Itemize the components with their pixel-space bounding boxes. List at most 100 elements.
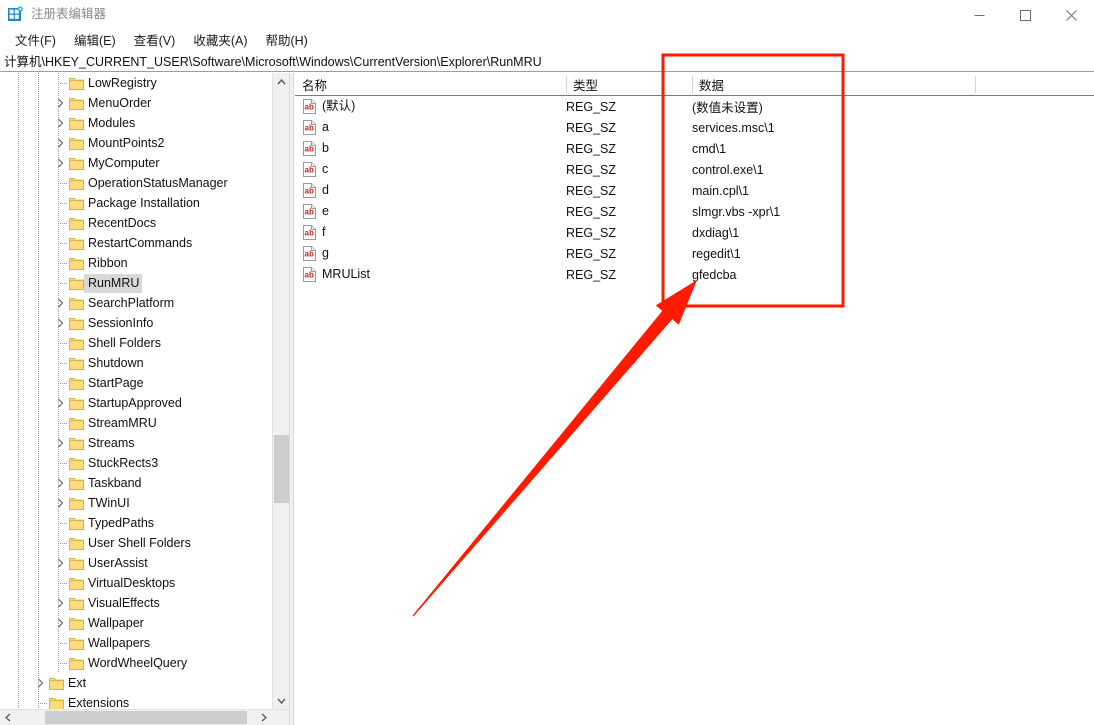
tree-item-twinui[interactable]: TWinUI	[0, 493, 271, 513]
tree-item-modules[interactable]: Modules	[0, 113, 271, 133]
registry-path: 计算机\HKEY_CURRENT_USER\Software\Microsoft…	[4, 54, 542, 69]
value-name-cell: ab d	[295, 180, 329, 201]
tree-item-userassist[interactable]: UserAssist	[0, 553, 271, 573]
registry-values-list[interactable]: ab (默认) REG_SZ (数值未设置) ab a REG_SZ services.msc…	[295, 96, 1094, 285]
maximize-button[interactable]	[1002, 0, 1048, 30]
tree-item-ribbon[interactable]: Ribbon	[0, 253, 271, 273]
tree-item-streammru[interactable]: StreamMRU	[0, 413, 271, 433]
menu-bar: 文件(F) 编辑(E) 查看(V) 收藏夹(A) 帮助(H)	[0, 30, 1094, 52]
minimize-button[interactable]	[956, 0, 1002, 30]
chevron-right-icon[interactable]	[52, 553, 68, 573]
column-type[interactable]: 类型	[566, 73, 692, 95]
title-bar: 注册表编辑器	[0, 0, 1094, 30]
tree-item-operationstatusmanager[interactable]: OperationStatusManager	[0, 173, 271, 193]
chevron-up-icon[interactable]	[273, 73, 290, 90]
chevron-right-icon[interactable]	[52, 153, 68, 173]
chevron-right-icon[interactable]	[52, 393, 68, 413]
tree-item-extensions[interactable]: Extensions	[0, 693, 271, 709]
tree-item-taskband[interactable]: Taskband	[0, 473, 271, 493]
value-name-cell: ab a	[295, 117, 329, 138]
chevron-right-icon[interactable]	[52, 433, 68, 453]
column-name[interactable]: 名称	[295, 73, 566, 95]
tree-item-searchplatform[interactable]: SearchPlatform	[0, 293, 271, 313]
pane-splitter[interactable]	[289, 73, 294, 725]
tree-item-label: StartPage	[88, 375, 144, 390]
folder-icon	[68, 433, 84, 453]
tree-item-label: VirtualDesktops	[88, 575, 176, 590]
address-bar[interactable]: 计算机\HKEY_CURRENT_USER\Software\Microsoft…	[0, 52, 1094, 72]
tree-item-wallpaper[interactable]: Wallpaper	[0, 613, 271, 633]
table-row[interactable]: ab d REG_SZ main.cpl\1	[295, 180, 1094, 201]
tree-item-lowregistry[interactable]: LowRegistry	[0, 73, 271, 93]
chevron-right-icon[interactable]	[32, 673, 48, 693]
svg-text:ab: ab	[305, 228, 314, 237]
tree-item-user-shell-folders[interactable]: User Shell Folders	[0, 533, 271, 553]
tree-item-runmru[interactable]: RunMRU	[0, 273, 271, 293]
value-type: REG_SZ	[566, 99, 617, 114]
tree-horizontal-scrollbar[interactable]	[0, 709, 289, 725]
tree-item-shell-folders[interactable]: Shell Folders	[0, 333, 271, 353]
menu-view[interactable]: 查看(V)	[125, 31, 185, 51]
tree-vertical-scrollbar[interactable]	[272, 73, 289, 709]
table-row[interactable]: ab g REG_SZ regedit\1	[295, 243, 1094, 264]
tree-item-recentdocs[interactable]: RecentDocs	[0, 213, 271, 233]
menu-edit[interactable]: 编辑(E)	[65, 31, 125, 51]
tree-item-wallpapers[interactable]: Wallpapers	[0, 633, 271, 653]
tree-item-restartcommands[interactable]: RestartCommands	[0, 233, 271, 253]
tree-item-mycomputer[interactable]: MyComputer	[0, 153, 271, 173]
chevron-right-icon[interactable]	[52, 113, 68, 133]
chevron-right-icon[interactable]	[52, 133, 68, 153]
tree-item-menuorder[interactable]: MenuOrder	[0, 93, 271, 113]
menu-favorites[interactable]: 收藏夹(A)	[184, 31, 256, 51]
table-row[interactable]: ab c REG_SZ control.exe\1	[295, 159, 1094, 180]
menu-file[interactable]: 文件(F)	[6, 31, 65, 51]
registry-tree[interactable]: LowRegistry MenuOrder Modules MountPoints2 M…	[0, 73, 271, 709]
chevron-right-icon[interactable]	[52, 313, 68, 333]
tree-item-label: Ext	[68, 675, 87, 690]
tree-item-label: StuckRects3	[88, 455, 159, 470]
tree-scroll-thumb[interactable]	[274, 435, 289, 503]
tree-item-shutdown[interactable]: Shutdown	[0, 353, 271, 373]
tree-item-sessioninfo[interactable]: SessionInfo	[0, 313, 271, 333]
chevron-right-icon[interactable]	[52, 293, 68, 313]
tree-item-package-installation[interactable]: Package Installation	[0, 193, 271, 213]
chevron-right-icon[interactable]	[52, 493, 68, 513]
column-divider-3[interactable]	[975, 76, 976, 93]
tree-item-ext[interactable]: Ext	[0, 673, 271, 693]
table-row[interactable]: ab b REG_SZ cmd\1	[295, 138, 1094, 159]
tree-item-mountpoints2[interactable]: MountPoints2	[0, 133, 271, 153]
folder-icon	[68, 273, 84, 293]
chevron-right-icon[interactable]	[52, 473, 68, 493]
tree-item-startpage[interactable]: StartPage	[0, 373, 271, 393]
tree-item-stuckrects3[interactable]: StuckRects3	[0, 453, 271, 473]
column-data[interactable]: 数据	[692, 73, 975, 95]
chevron-right-icon[interactable]	[52, 613, 68, 633]
folder-icon	[68, 213, 84, 233]
svg-text:ab: ab	[305, 123, 314, 132]
table-row[interactable]: ab e REG_SZ slmgr.vbs -xpr\1	[295, 201, 1094, 222]
value-data: slmgr.vbs -xpr\1	[692, 204, 781, 219]
tree-item-startupapproved[interactable]: StartupApproved	[0, 393, 271, 413]
chevron-right-icon[interactable]	[256, 710, 272, 725]
folder-icon	[68, 93, 84, 113]
chevron-right-icon[interactable]	[52, 93, 68, 113]
table-row[interactable]: ab f REG_SZ dxdiag\1	[295, 222, 1094, 243]
value-name: d	[322, 183, 329, 197]
chevron-down-icon[interactable]	[273, 692, 290, 709]
tree-item-streams[interactable]: Streams	[0, 433, 271, 453]
folder-icon	[68, 513, 84, 533]
tree-item-virtualdesktops[interactable]: VirtualDesktops	[0, 573, 271, 593]
table-row[interactable]: ab MRUList REG_SZ gfedcba	[295, 264, 1094, 285]
table-row[interactable]: ab a REG_SZ services.msc\1	[295, 117, 1094, 138]
tree-item-visualeffects[interactable]: VisualEffects	[0, 593, 271, 613]
chevron-left-icon[interactable]	[0, 710, 16, 725]
menu-help[interactable]: 帮助(H)	[256, 31, 316, 51]
tree-item-typedpaths[interactable]: TypedPaths	[0, 513, 271, 533]
value-name-cell: ab (默认)	[295, 96, 355, 117]
close-button[interactable]	[1048, 0, 1094, 30]
value-data: (数值未设置)	[692, 101, 763, 115]
tree-item-wordwheelquery[interactable]: WordWheelQuery	[0, 653, 271, 673]
tree-hscroll-thumb[interactable]	[45, 711, 247, 724]
chevron-right-icon[interactable]	[52, 593, 68, 613]
table-row[interactable]: ab (默认) REG_SZ (数值未设置)	[295, 96, 1094, 117]
